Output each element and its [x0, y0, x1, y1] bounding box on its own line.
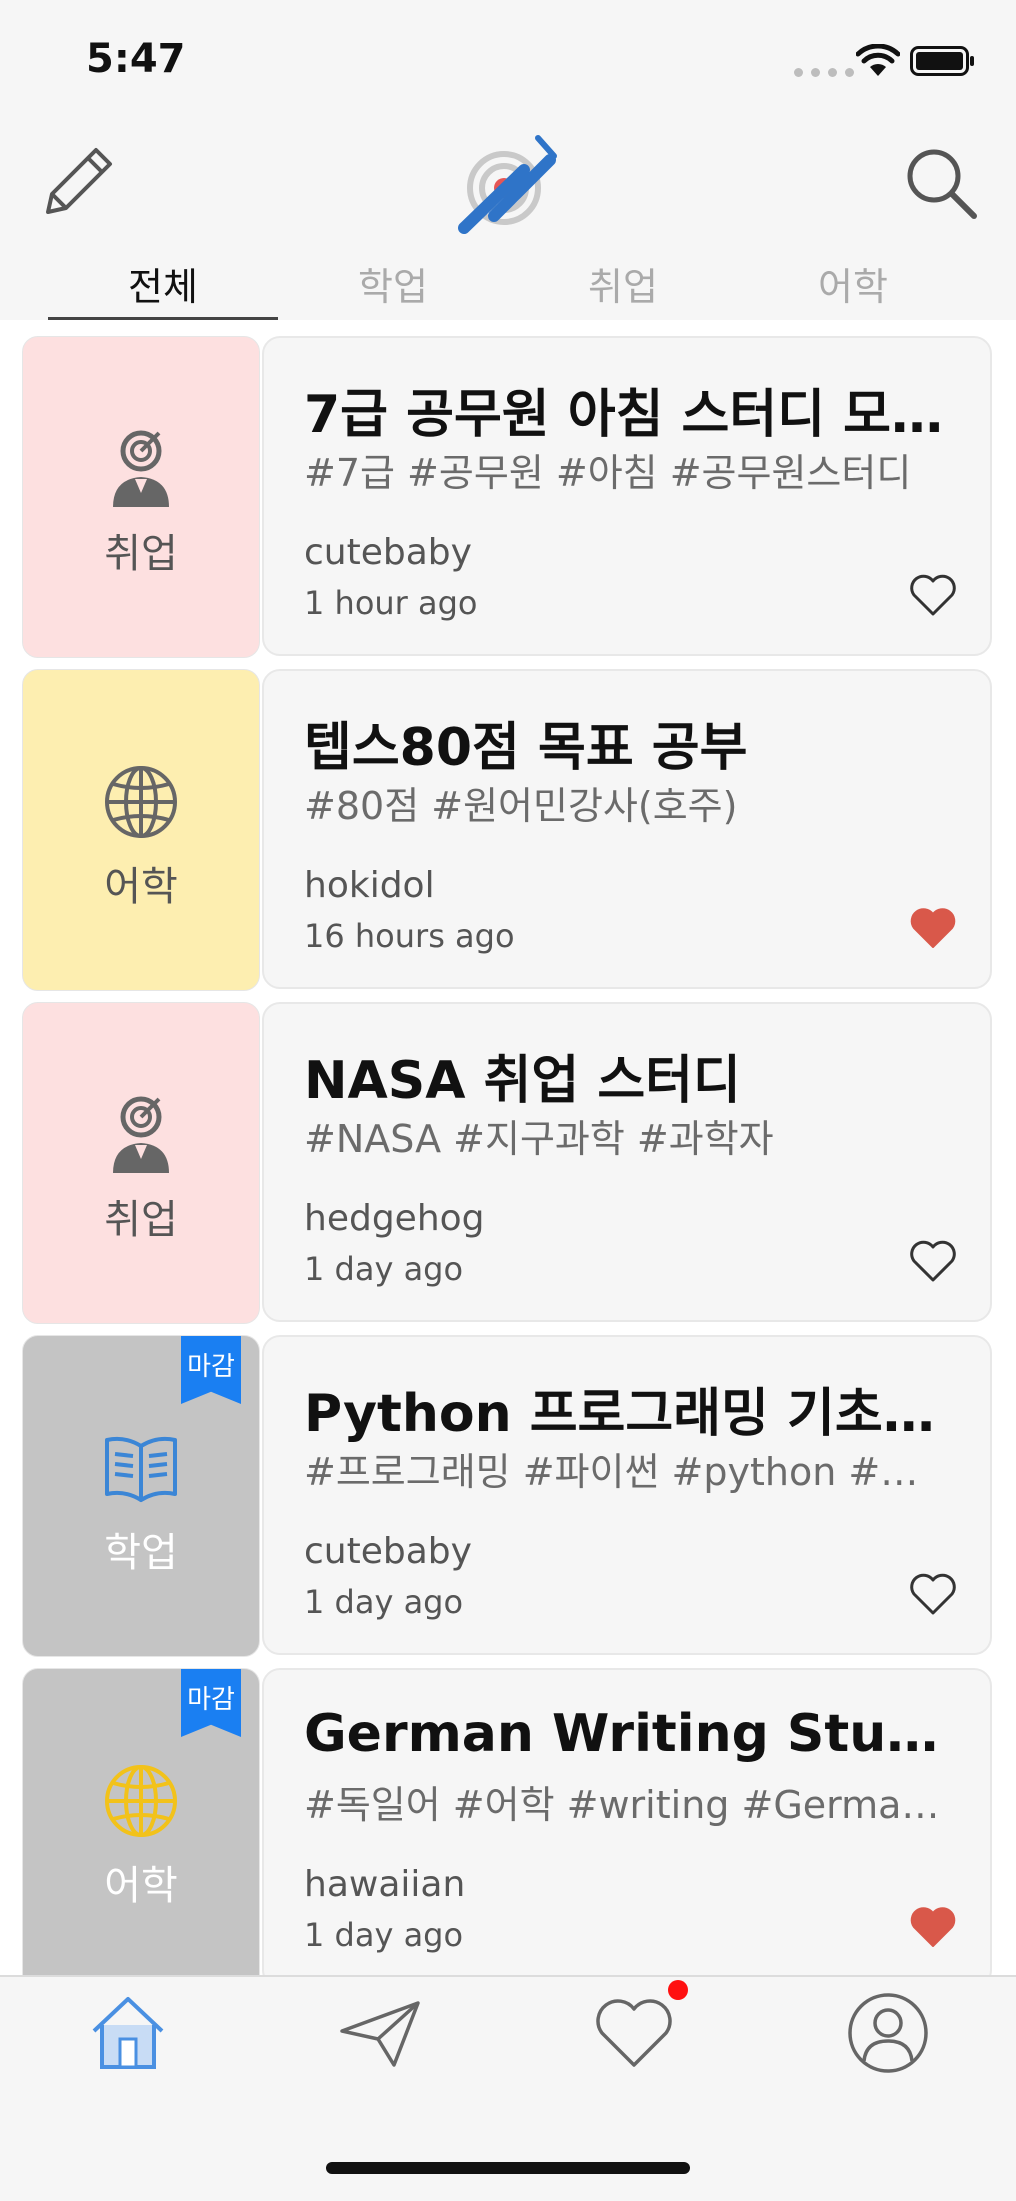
category-label: 어학 — [104, 1863, 178, 1909]
post-author: hedgehog — [304, 1198, 485, 1239]
profile-icon[interactable] — [846, 1991, 930, 2075]
post-card[interactable]: NASA 취업 스터디 #NASA #지구과학 #과학자 hedgehog 1 … — [262, 1002, 992, 1322]
post-author: cutebaby — [304, 532, 472, 573]
target-person-icon — [113, 1096, 169, 1173]
wifi-icon — [856, 44, 900, 76]
globe-icon — [105, 766, 177, 838]
post-time: 16 hours ago — [304, 917, 515, 955]
tab-job[interactable]: 취업 — [508, 250, 738, 320]
pencil-icon[interactable] — [38, 142, 118, 222]
heart-icon[interactable] — [592, 1991, 676, 2075]
post-author: cutebaby — [304, 1531, 472, 1572]
search-icon[interactable] — [900, 142, 980, 222]
post-title: NASA 취업 스터디 — [304, 1051, 741, 1111]
post-tags: #7급 #공무원 #아침 #공무원스터디 — [304, 451, 912, 495]
tab-all[interactable]: 전체 — [48, 250, 278, 320]
category-tile[interactable]: 마감 어학 — [22, 1668, 260, 1975]
post-author: hokidol — [304, 865, 435, 906]
post-tags: #독일어 #어학 #writing #German... — [304, 1783, 944, 1827]
category-tile[interactable]: 마감 학업 — [22, 1335, 260, 1657]
category-label: 학업 — [104, 1530, 178, 1576]
category-tile[interactable]: 어학 — [22, 669, 260, 991]
home-indicator — [326, 2162, 690, 2174]
post-card[interactable]: German Writing Study #독일어 #어학 #writing #… — [262, 1668, 992, 1975]
status-time: 5:47 — [86, 36, 186, 82]
home-icon[interactable] — [86, 1991, 170, 2075]
post-card[interactable]: 텝스80점 목표 공부 #80점 #원어민강사(호주) hokidol 16 h… — [262, 669, 992, 989]
globe-icon — [105, 1765, 177, 1837]
battery-icon — [910, 46, 974, 76]
post-time: 1 hour ago — [304, 584, 478, 622]
list-item[interactable]: 취업 NASA 취업 스터디 #NASA #지구과학 #과학자 hedgehog… — [22, 1002, 994, 1324]
heart-outline-icon[interactable] — [908, 1571, 958, 1617]
list-item[interactable]: 마감 어학 German Writing Study #독일어 #어학 #wri… — [22, 1668, 994, 1975]
post-card[interactable]: Python 프로그래밍 기초 스터디 #프로그래밍 #파이썬 #python … — [262, 1335, 992, 1655]
tab-study[interactable]: 학업 — [278, 250, 508, 320]
post-time: 1 day ago — [304, 1583, 464, 1621]
category-tile[interactable]: 취업 — [22, 1002, 260, 1324]
list-item[interactable]: 취업 7급 공무원 아침 스터디 모집합니다 #7급 #공무원 #아침 #공무원… — [22, 336, 994, 658]
post-tags: #80점 #원어민강사(호주) — [304, 784, 738, 828]
list-item[interactable]: 마감 학업 Python 프로그래밍 기초 스터디 #프로그래밍 #파이썬 #p… — [22, 1335, 994, 1657]
paper-plane-icon[interactable] — [338, 1991, 422, 2075]
post-title: German Writing Study — [304, 1704, 944, 1764]
post-list[interactable]: 취업 7급 공무원 아침 스터디 모집합니다 #7급 #공무원 #아침 #공무원… — [0, 320, 1016, 1975]
list-item[interactable]: 어학 텝스80점 목표 공부 #80점 #원어민강사(호주) hokidol 1… — [22, 669, 994, 991]
category-label: 취업 — [104, 1197, 178, 1243]
deadline-badge: 마감 — [181, 1336, 241, 1404]
post-time: 1 day ago — [304, 1916, 464, 1954]
category-label: 어학 — [104, 864, 178, 910]
tab-language[interactable]: 어학 — [738, 250, 968, 320]
post-title: 7급 공무원 아침 스터디 모집합니다 — [304, 385, 944, 445]
header: 전체 학업 취업 어학 — [0, 120, 1016, 320]
heart-filled-icon[interactable] — [908, 1904, 958, 1950]
heart-outline-icon[interactable] — [908, 1238, 958, 1284]
post-card[interactable]: 7급 공무원 아침 스터디 모집합니다 #7급 #공무원 #아침 #공무원스터디… — [262, 336, 992, 656]
heart-outline-icon[interactable] — [908, 572, 958, 618]
deadline-badge: 마감 — [181, 1669, 241, 1737]
post-title: 텝스80점 목표 공부 — [304, 718, 748, 778]
post-author: hawaiian — [304, 1864, 466, 1905]
logo-icon — [458, 135, 557, 234]
post-title: Python 프로그래밍 기초 스터디 — [304, 1384, 944, 1444]
category-tabs: 전체 학업 취업 어학 — [48, 250, 968, 320]
category-label: 취업 — [104, 531, 178, 577]
heart-filled-icon[interactable] — [908, 905, 958, 951]
book-icon — [105, 1436, 177, 1502]
post-tags: #NASA #지구과학 #과학자 — [304, 1117, 774, 1161]
status-bar: 5:47 — [0, 0, 1016, 120]
post-tags: #프로그래밍 #파이썬 #python #프로그래밍기초 — [304, 1450, 944, 1494]
signal-icon — [794, 68, 854, 77]
post-time: 1 day ago — [304, 1250, 464, 1288]
category-tile[interactable]: 취업 — [22, 336, 260, 658]
notification-dot — [668, 1980, 688, 2000]
target-person-icon — [113, 430, 169, 507]
